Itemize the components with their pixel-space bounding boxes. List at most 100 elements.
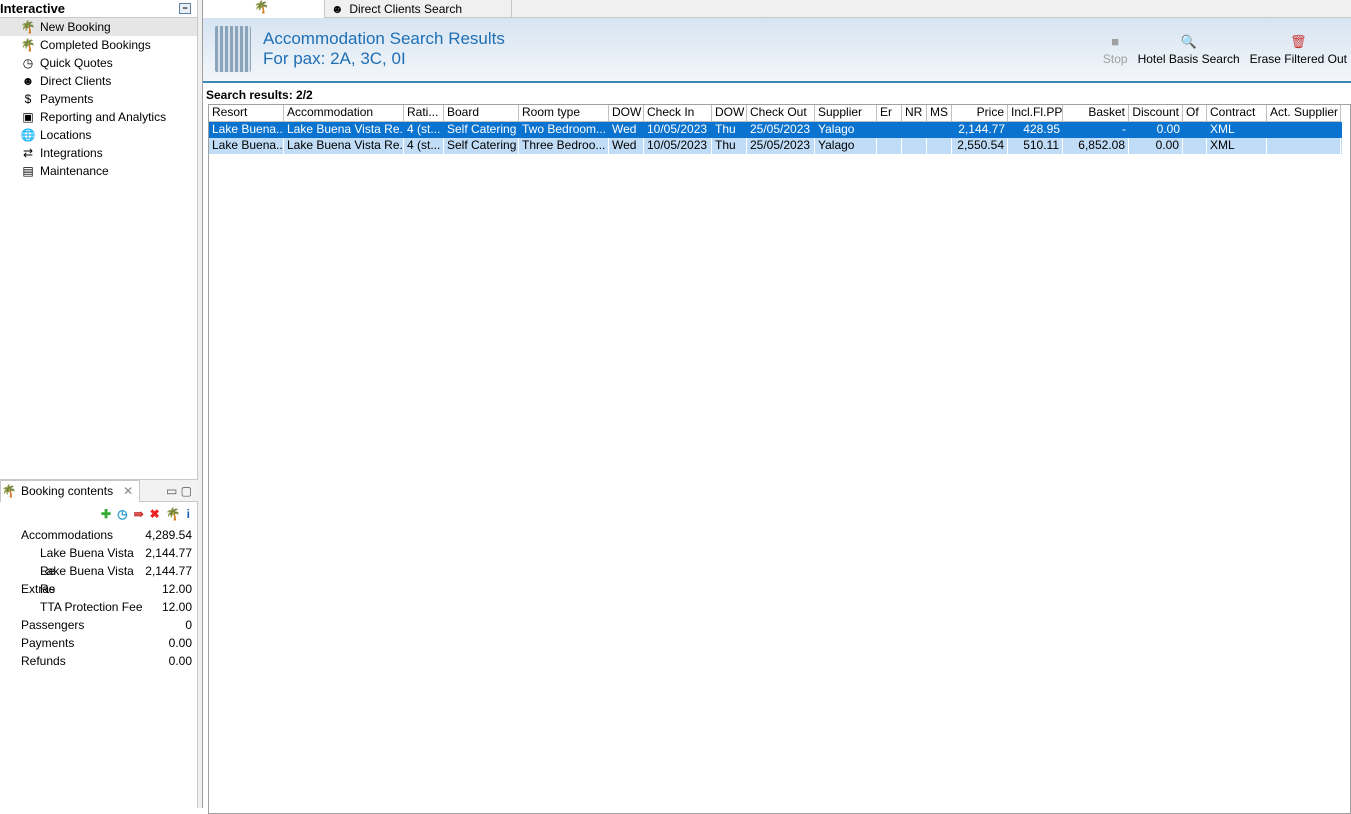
- table-cell: 10/05/2023: [647, 122, 708, 136]
- column-header[interactable]: Check In: [644, 105, 712, 122]
- row-label: TTA Protection Fee: [40, 600, 143, 614]
- table-cell: Two Bedroom...: [522, 122, 607, 136]
- globe-icon: 🌐: [20, 128, 36, 142]
- palm-tree-icon: 🌴: [1, 484, 17, 498]
- stop-button[interactable]: ■ Stop: [1103, 34, 1128, 66]
- column-header[interactable]: DOW: [712, 105, 747, 122]
- table-row[interactable]: Lake Buena... Lake Buena Vista Re... 4 (st…: [209, 122, 1342, 138]
- sidebar-item-label: Locations: [40, 128, 92, 142]
- sidebar-item-direct-clients[interactable]: ☻ Direct Clients: [0, 72, 197, 90]
- table-cell: 0.00: [1156, 122, 1180, 136]
- booking-contents-row: Payments 0.00: [0, 634, 198, 652]
- table-cell: Self Catering: [447, 122, 517, 136]
- clock-icon[interactable]: ◷: [117, 507, 127, 521]
- booking-contents-panel: 🌴 Booking contents ✕ ▭ ▢ ✚ ◷ ⇛ ✖ 🌴 i Accom…: [0, 479, 198, 808]
- table-cell: [877, 122, 902, 138]
- table-cell: 6,852.08: [1063, 138, 1129, 154]
- collapse-button[interactable]: −: [179, 3, 191, 14]
- column-header[interactable]: Price: [952, 105, 1008, 122]
- globe-search-icon: 🔍: [1180, 34, 1197, 49]
- payment-icon: $: [24, 92, 32, 106]
- table-cell: Lake Buena Vista Re...: [287, 122, 404, 136]
- table-cell: Wed: [609, 138, 644, 154]
- sidebar-item-label: Maintenance: [40, 164, 109, 178]
- row-label: Lake Buena Vista Re: [40, 564, 134, 596]
- column-header[interactable]: Er: [877, 105, 902, 122]
- sidebar-item-maintenance[interactable]: ▤ Maintenance: [0, 162, 197, 180]
- navigation-panel: Interactive − 🌴 New Booking 🌴 Completed Book…: [0, 0, 198, 808]
- row-value: 12.00: [161, 600, 192, 614]
- sidebar-item-locations[interactable]: 🌐 Locations: [0, 126, 197, 144]
- row-value: 0.00: [168, 654, 192, 668]
- row-value: 2,144.77: [145, 564, 192, 578]
- erase-filtered-out-button[interactable]: 🗑 Erase Filtered Out: [1250, 34, 1347, 66]
- tab-booking-contents[interactable]: 🌴 Booking contents ✕: [0, 479, 141, 502]
- row-value: 4,289.54: [145, 528, 192, 542]
- info-icon[interactable]: i: [187, 507, 190, 521]
- table-cell: Wed: [612, 122, 637, 136]
- column-header[interactable]: MS: [927, 105, 952, 122]
- column-header[interactable]: Supplier: [815, 105, 877, 122]
- column-header[interactable]: Board: [444, 105, 519, 122]
- sidebar-item-reporting-and-analytics[interactable]: ▣ Reporting and Analytics: [0, 108, 197, 126]
- column-header[interactable]: NR: [902, 105, 927, 122]
- sidebar-item-label: Reporting and Analytics: [40, 110, 167, 124]
- sidebar-item-completed-bookings[interactable]: 🌴 Completed Bookings: [0, 36, 197, 54]
- table-header: Resort Accommodation Rati... Board Room type…: [209, 105, 1350, 122]
- column-header[interactable]: DOW: [609, 105, 644, 122]
- table-cell: [877, 138, 902, 154]
- column-header[interactable]: Resort: [209, 105, 284, 122]
- results-table: Resort Accommodation Rati... Board Room type…: [208, 104, 1351, 814]
- clock-icon: ◷: [22, 56, 34, 70]
- table-cell: Thu: [712, 138, 747, 154]
- booking-contents-row: Lake Buena Vista Re 2,144.77: [0, 562, 198, 596]
- column-header[interactable]: Basket: [1063, 105, 1129, 122]
- column-header[interactable]: Room type: [519, 105, 609, 122]
- table-row[interactable]: Lake Buena... Lake Buena Vista Re... 4 (st…: [209, 138, 1342, 154]
- row-value: 0: [185, 618, 192, 632]
- column-header[interactable]: Contract: [1207, 105, 1267, 122]
- table-cell: XML: [1210, 122, 1235, 136]
- sidebar-item-quick-quotes[interactable]: ◷ Quick Quotes: [0, 54, 197, 72]
- palm-tree-cash-icon: 🌴: [20, 38, 36, 52]
- booking-contents-row: Passengers 0: [0, 616, 198, 634]
- table-cell: 2,550.54: [952, 138, 1008, 154]
- stop-icon: ■: [1111, 34, 1120, 49]
- sidebar-item-payments[interactable]: $ Payments: [0, 90, 197, 108]
- delete-icon[interactable]: ✖: [150, 507, 160, 521]
- minimize-maximize-buttons[interactable]: ▭ ▢: [166, 484, 198, 498]
- booking-contents-row: Accommodations 4,289.54: [0, 526, 198, 544]
- palm-tree-icon[interactable]: 🌴: [166, 507, 181, 521]
- table-cell: 4 (st...: [404, 138, 444, 154]
- sidebar-item-label: New Booking: [40, 20, 111, 34]
- sidebar-item-new-booking[interactable]: 🌴 New Booking: [0, 18, 197, 36]
- close-icon[interactable]: ✕: [123, 484, 133, 498]
- row-label: Lake Buena Vista Re: [40, 546, 134, 578]
- client-icon: ☻: [331, 2, 344, 16]
- toolbox-icon: ▤: [22, 164, 34, 178]
- sidebar-item-integrations[interactable]: ⇄ Integrations: [0, 144, 197, 162]
- integration-icon: ⇄: [22, 146, 34, 160]
- sidebar-item-label: Direct Clients: [40, 74, 112, 88]
- tab-booking[interactable]: 🌴● Book. ref.: <none>✕: [203, 0, 326, 50]
- column-header[interactable]: Incl.Fl.PP: [1008, 105, 1063, 122]
- trash-icon: 🗑: [1290, 34, 1307, 49]
- column-header[interactable]: Check Out: [747, 105, 815, 122]
- column-header[interactable]: Of: [1183, 105, 1207, 122]
- add-icon[interactable]: ✚: [101, 507, 111, 521]
- column-header[interactable]: Accommodation: [284, 105, 404, 122]
- sidebar-item-label: Quick Quotes: [40, 56, 113, 70]
- cart-transfer-icon[interactable]: ⇛: [134, 507, 144, 521]
- table-cell: [1267, 138, 1341, 154]
- results-count: Search results: 2/2: [206, 88, 313, 102]
- tab-direct-clients-search[interactable]: ☻ Direct Clients Search: [325, 0, 513, 18]
- column-header[interactable]: Rati...: [404, 105, 444, 122]
- column-header[interactable]: Act. Supplier: [1267, 105, 1341, 122]
- table-cell: -: [1122, 122, 1126, 136]
- hotel-basis-search-button[interactable]: 🔍 Hotel Basis Search: [1138, 34, 1240, 66]
- table-cell: Yalago: [815, 138, 877, 154]
- column-header[interactable]: Discount: [1129, 105, 1183, 122]
- table-cell: Lake Buena...: [212, 122, 284, 136]
- page-title: Accommodation Search Results: [263, 29, 505, 48]
- sidebar-item-label: Integrations: [40, 146, 103, 160]
